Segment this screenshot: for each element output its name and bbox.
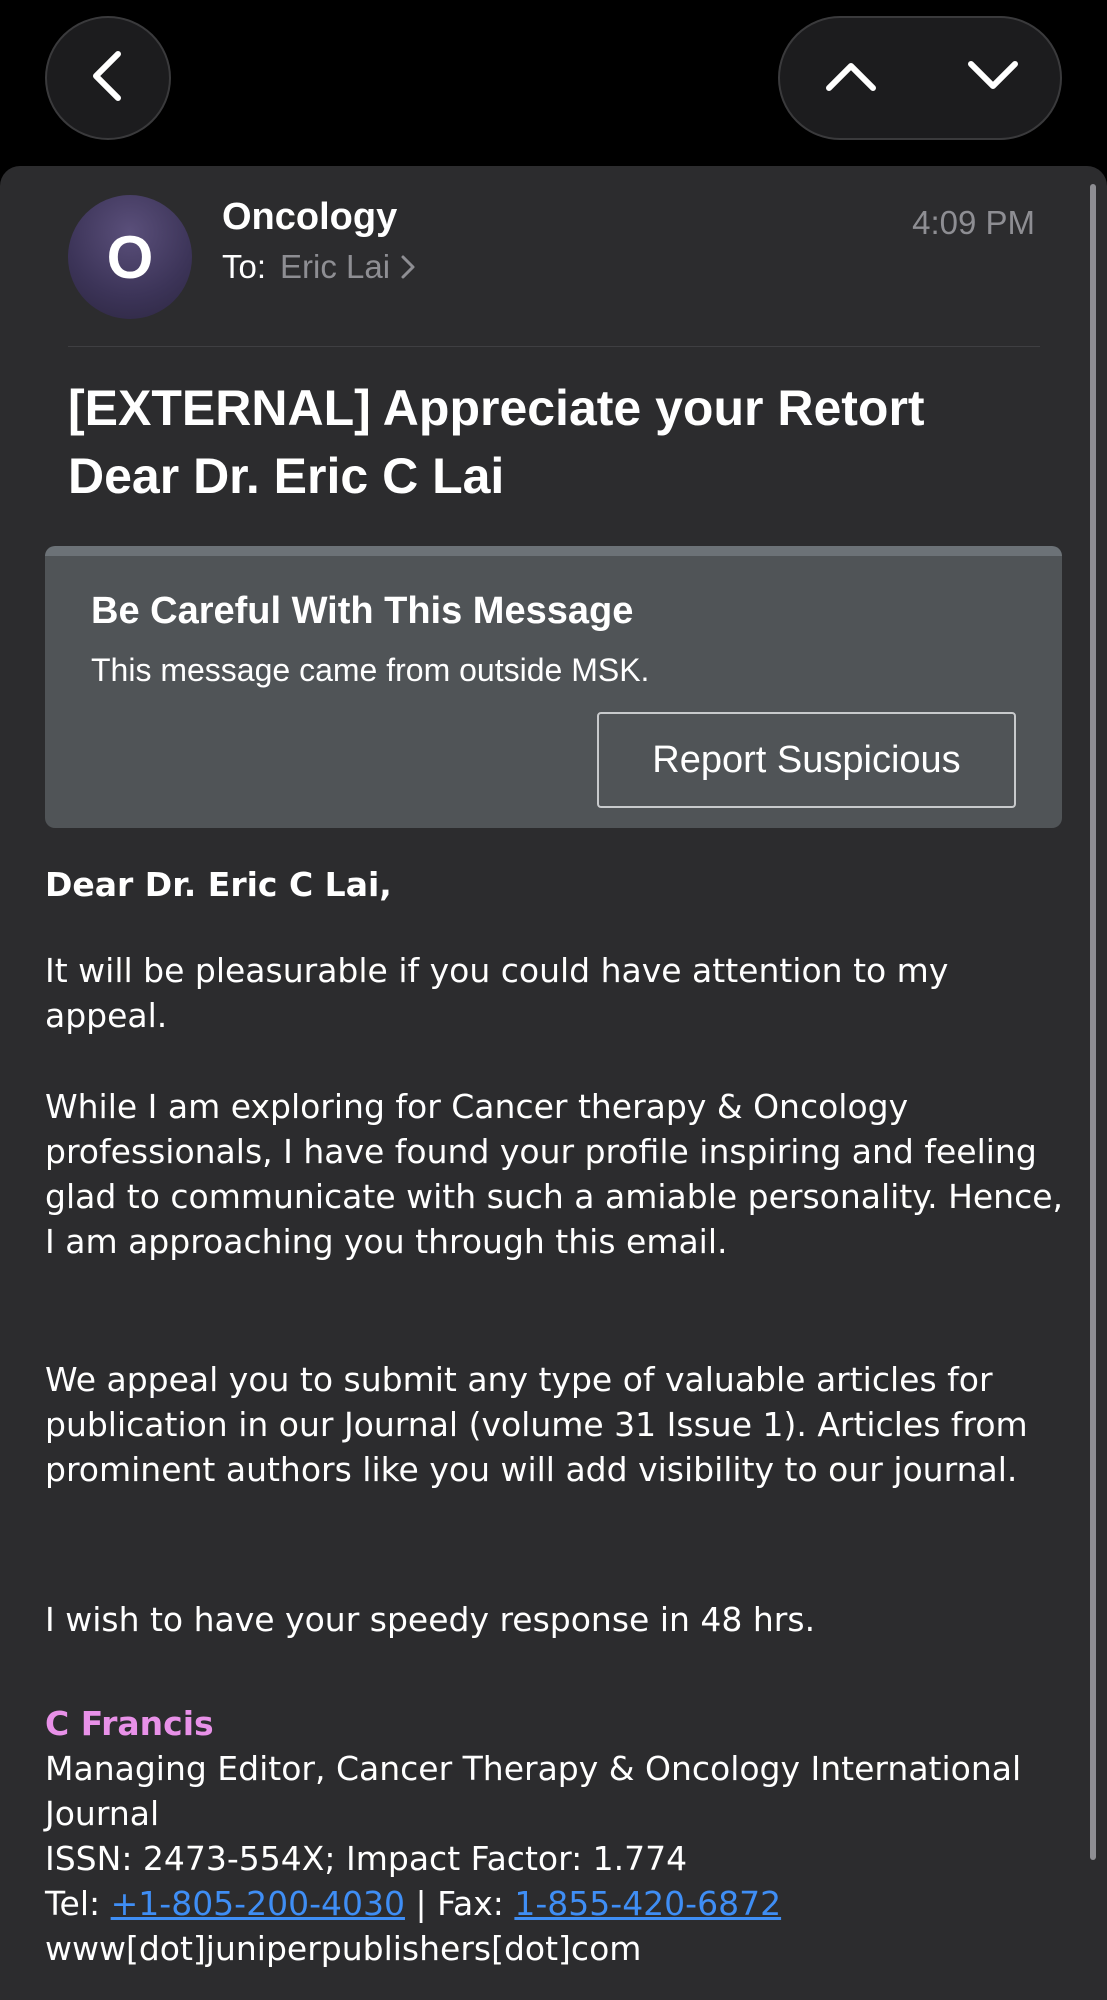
tel-link[interactable]: +1-805-200-4030 [111, 1884, 405, 1923]
recipient-row[interactable]: To: Eric Lai [222, 248, 416, 286]
email-paragraph-3: We appeal you to submit any type of valu… [45, 1360, 1028, 1489]
chevron-down-icon [967, 60, 1019, 97]
top-navigation-bar [0, 0, 1107, 166]
signature-title: Managing Editor, Cancer Therapy & Oncolo… [45, 1749, 1022, 1833]
email-paragraph-4: I wish to have your speedy response in 4… [45, 1600, 816, 1639]
email-greeting: Dear Dr. Eric C Lai, [45, 865, 392, 904]
message-navigation-control [778, 16, 1062, 140]
signature-issn: ISSN: 2473-554X; Impact Factor: 1.774 [45, 1839, 688, 1878]
chevron-up-icon [825, 60, 877, 97]
warning-title: Be Careful With This Message [91, 590, 634, 632]
chevron-left-icon [88, 50, 128, 107]
external-warning-banner: Be Careful With This Message This messag… [45, 546, 1062, 828]
warning-text: This message came from outside MSK. [91, 652, 650, 688]
next-message-button[interactable] [922, 18, 1064, 138]
signature-contact: Tel: +1-805-200-4030 | Fax: 1-855-420-68… [45, 1881, 1065, 1926]
email-paragraph-1: It will be pleasurable if you could have… [45, 951, 949, 1035]
message-subject: [EXTERNAL] Appreciate your Retort Dear D… [68, 380, 925, 504]
message-time: 4:09 PM [912, 204, 1035, 241]
previous-message-button[interactable] [780, 18, 922, 138]
header-divider [68, 346, 1040, 347]
signature-website: www[dot]juniperpublishers[dot]com [45, 1929, 642, 1968]
sender-avatar[interactable]: O [68, 195, 192, 319]
chevron-right-icon [400, 254, 416, 280]
to-label: To: [222, 248, 267, 285]
scrollbar[interactable] [1090, 184, 1096, 1860]
tel-label: Tel: [45, 1884, 111, 1923]
recipient-name[interactable]: Eric Lai [280, 248, 390, 286]
signature-name: C Francis [45, 1704, 214, 1743]
email-signature: C Francis Managing Editor, Cancer Therap… [45, 1701, 1065, 1971]
report-suspicious-button[interactable]: Report Suspicious [597, 712, 1016, 808]
email-paragraph-2: While I am exploring for Cancer therapy … [45, 1087, 1064, 1261]
fax-link[interactable]: 1-855-420-6872 [514, 1884, 781, 1923]
back-button[interactable] [45, 16, 171, 140]
sender-name[interactable]: Oncology [222, 196, 397, 239]
fax-label: | Fax: [404, 1884, 515, 1923]
